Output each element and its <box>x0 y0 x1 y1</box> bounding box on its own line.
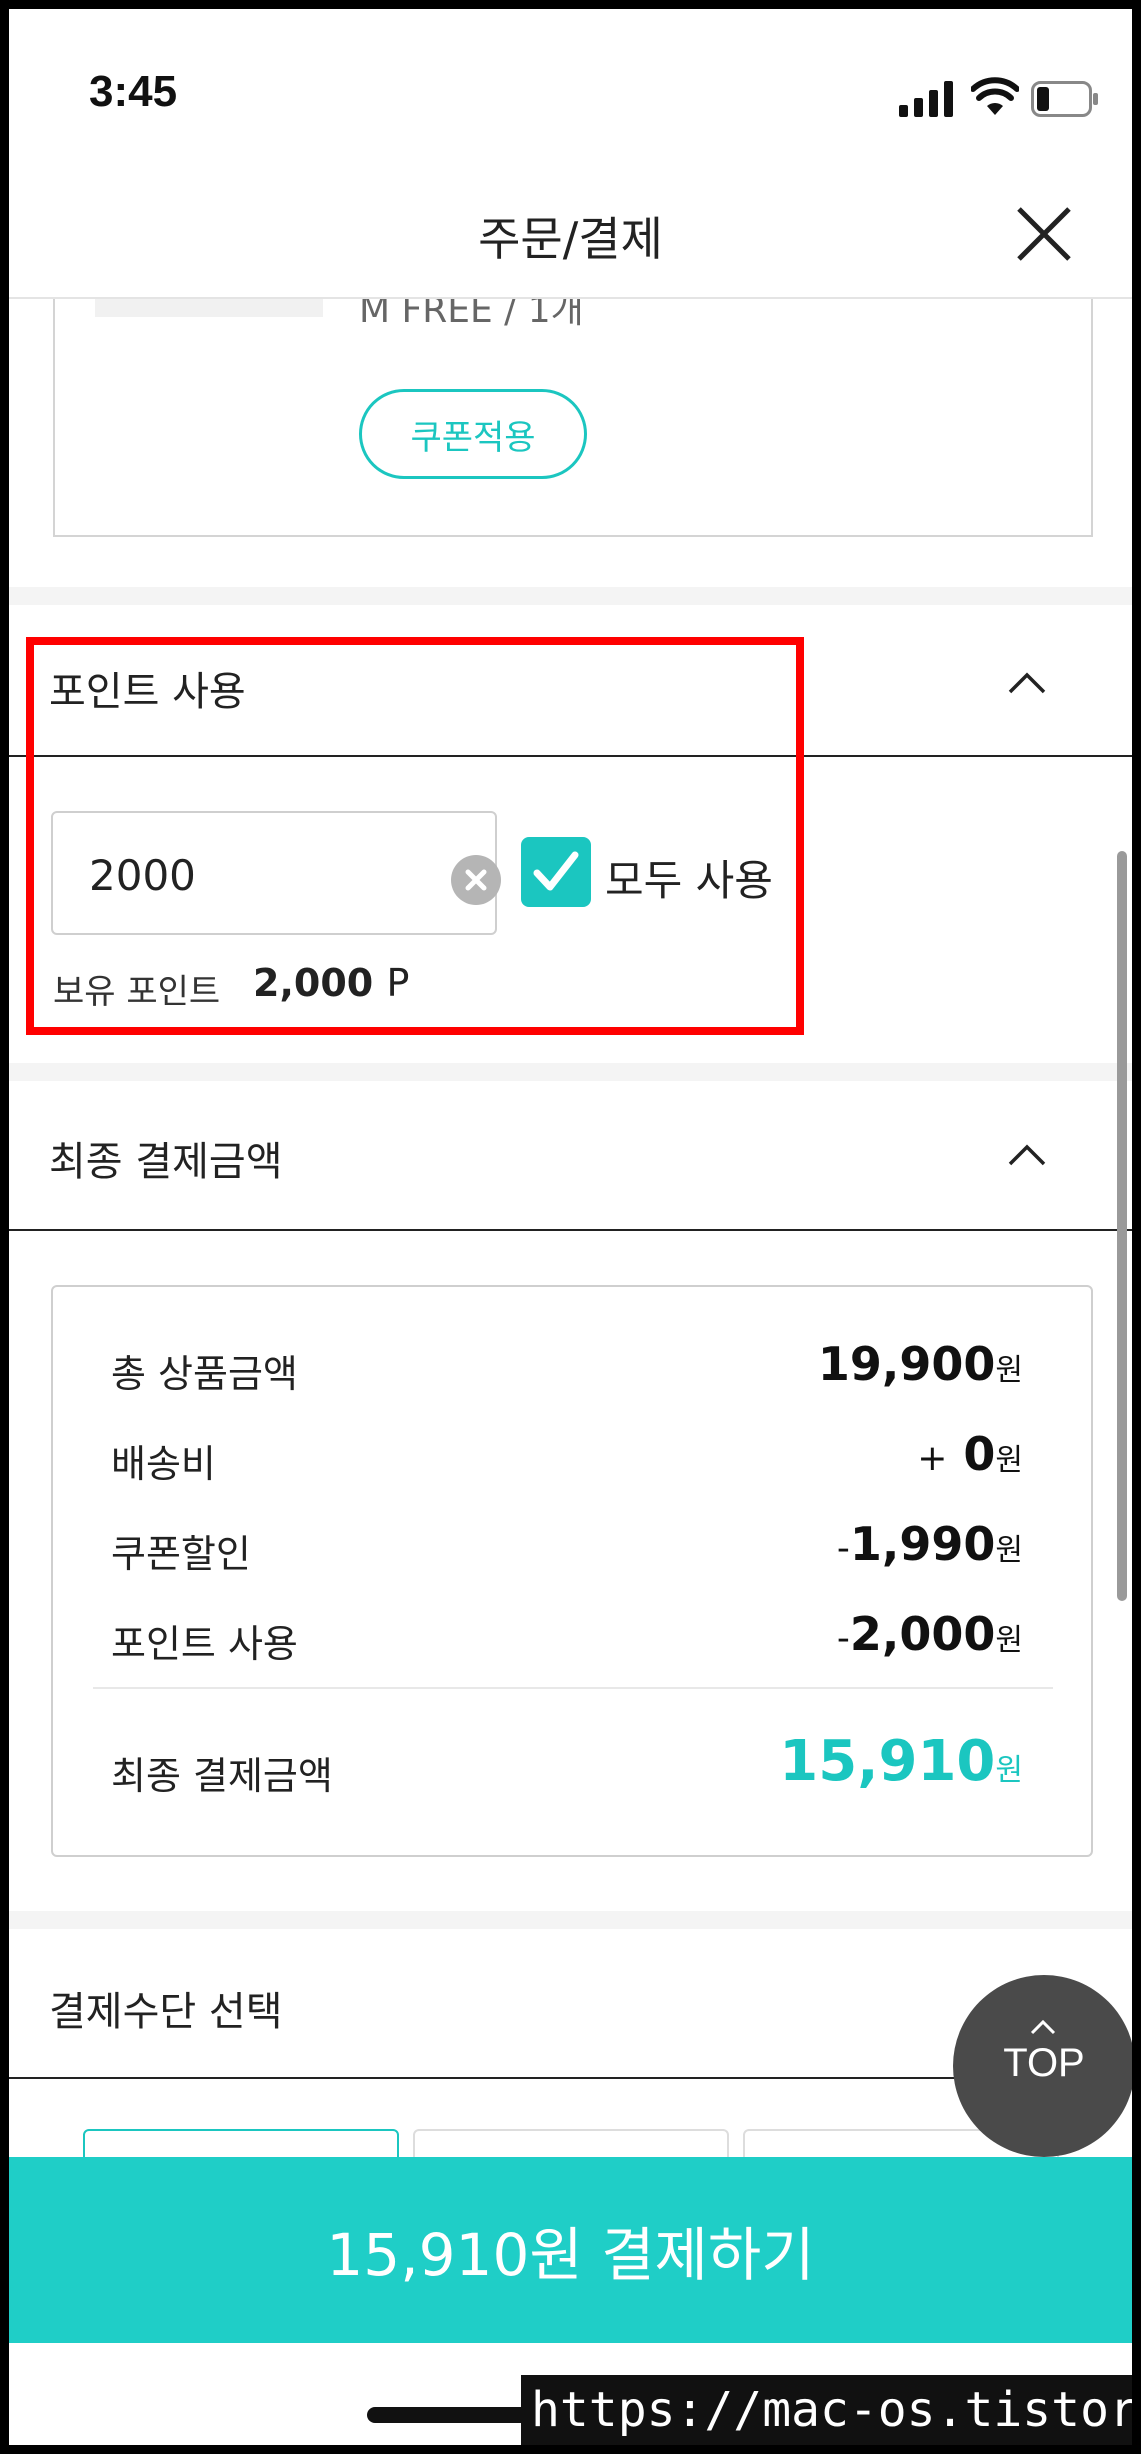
scrollbar[interactable] <box>1117 851 1127 1601</box>
summary-divider <box>93 1687 1053 1689</box>
wifi-icon <box>971 77 1019 115</box>
summary-row-amount: -2,000원 <box>836 1607 1023 1661</box>
page-header: 주문/결제 <box>9 169 1132 299</box>
summary-row-label: 배송비 <box>111 1442 216 1486</box>
summary-section-title: 최종 결제금액 <box>49 1139 283 1185</box>
signal-icon <box>899 81 953 117</box>
points-input[interactable]: 2000 <box>51 811 501 935</box>
clear-input-icon[interactable] <box>451 855 501 905</box>
product-card: M FREE / 1개 쿠폰적용 <box>53 259 1093 537</box>
summary-row-amount: -1,990원 <box>836 1517 1023 1571</box>
watermark: https://mac-os.tistory.com <box>521 2375 1132 2445</box>
phone-screen: 3:45 주문/결제 M FREE / 1개 쿠폰적용 포인트 사용 2000 … <box>9 9 1132 2445</box>
points-section-header[interactable]: 포인트 사용 <box>9 605 1132 757</box>
pay-button[interactable]: 15,910원 결제하기 <box>9 2157 1132 2343</box>
use-all-label[interactable]: 모두 사용 <box>605 847 773 908</box>
use-all-checkbox[interactable] <box>521 837 591 907</box>
summary-card: 총 상품금액 19,900원 배송비 + 0원 쿠폰할인 -1,990원 포인트… <box>51 1285 1093 1857</box>
caret-up-icon <box>1030 2019 1056 2035</box>
status-time: 3:45 <box>89 67 178 116</box>
final-amount-label: 최종 결제금액 <box>111 1754 333 1798</box>
section-divider <box>9 587 1132 605</box>
scroll-top-button[interactable]: TOP <box>953 1975 1132 2157</box>
close-icon[interactable] <box>1009 199 1079 269</box>
summary-row-label: 총 상품금액 <box>111 1352 298 1396</box>
page-title: 주문/결제 <box>478 212 663 266</box>
summary-row-label: 포인트 사용 <box>111 1622 298 1666</box>
payment-section-title: 결제수단 선택 <box>49 1989 283 2035</box>
scroll-top-label: TOP <box>1003 2041 1085 2085</box>
section-divider <box>9 1063 1132 1081</box>
section-divider <box>9 1911 1132 1929</box>
apply-coupon-button[interactable]: 쿠폰적용 <box>359 389 587 479</box>
summary-row-label: 쿠폰할인 <box>111 1532 251 1576</box>
final-amount-value: 15,910원 <box>779 1729 1023 1794</box>
points-section-title: 포인트 사용 <box>49 669 246 715</box>
owned-points-label: 보유 포인트 <box>53 972 221 1012</box>
summary-section-header[interactable]: 최종 결제금액 <box>9 1081 1132 1231</box>
summary-row-amount: + 0원 <box>917 1427 1023 1481</box>
status-bar: 3:45 <box>9 9 1132 169</box>
summary-row-amount: 19,900원 <box>817 1337 1023 1391</box>
chevron-up-icon[interactable] <box>1007 671 1047 695</box>
chevron-up-icon[interactable] <box>1007 1143 1047 1167</box>
points-input-value: 2000 <box>89 851 196 900</box>
battery-icon <box>1031 81 1098 117</box>
owned-points-value: 2,000 P <box>253 961 410 1005</box>
